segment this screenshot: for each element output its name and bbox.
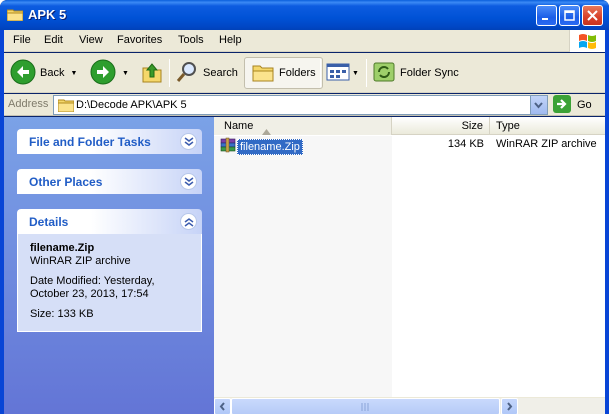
views-dropdown-icon[interactable]: ▼ [352, 70, 359, 77]
file-folder-tasks-panel: File and Folder Tasks [17, 129, 202, 154]
other-places-panel: Other Places [17, 169, 202, 194]
window-frame-right [605, 30, 609, 414]
other-places-title: Other Places [29, 175, 103, 189]
details-header[interactable]: Details [17, 209, 202, 234]
menu-bar: File Edit View Favorites Tools Help [4, 30, 605, 52]
folder-sync-label: Folder Sync [400, 67, 459, 79]
column-header-size[interactable]: Size [392, 117, 490, 135]
details-title: Details [29, 215, 69, 229]
address-input[interactable]: D:\Decode APK\APK 5 [53, 95, 548, 115]
column-header-name[interactable]: Name [214, 117, 392, 135]
up-folder-button[interactable] [140, 57, 164, 89]
close-button[interactable] [582, 5, 603, 26]
task-pane: File and Folder Tasks Other Places Detai… [4, 117, 214, 414]
file-folder-tasks-title: File and Folder Tasks [29, 135, 151, 149]
folders-icon [251, 61, 275, 86]
details-body: filename.Zip WinRAR ZIP archive Date Mod… [17, 234, 202, 332]
scroll-left-button[interactable] [214, 398, 231, 414]
winrar-archive-icon [220, 137, 236, 156]
menu-edit[interactable]: Edit [44, 34, 63, 46]
menu-file[interactable]: File [13, 34, 31, 46]
go-label: Go [577, 99, 592, 111]
address-dropdown-button[interactable] [530, 96, 547, 114]
file-name-cell: filename.Zip [220, 137, 303, 156]
sorted-column-highlight [214, 136, 392, 397]
details-file-name: filename.Zip [30, 242, 95, 254]
views-button[interactable]: ▼ [326, 57, 359, 89]
back-dropdown-icon[interactable]: ▼ [70, 70, 77, 77]
windows-logo-icon [569, 30, 605, 52]
toolbar: Back ▼ ▼ Search Folders ▼ Folder Sync [4, 53, 605, 93]
column-header-type[interactable]: Type [490, 117, 605, 135]
up-folder-icon [140, 60, 164, 87]
menu-favorites[interactable]: Favorites [117, 34, 162, 46]
menu-help[interactable]: Help [219, 34, 242, 46]
file-list[interactable]: Name Size Type filename.Zip 134 KB WinRA… [214, 117, 605, 397]
go-arrow-icon [553, 94, 571, 116]
forward-button[interactable]: ▼ [90, 57, 129, 89]
menu-tools[interactable]: Tools [178, 34, 204, 46]
expand-chevron-icon[interactable] [180, 133, 197, 150]
back-label: Back [40, 67, 65, 79]
file-folder-tasks-header[interactable]: File and Folder Tasks [17, 129, 202, 154]
folders-button[interactable]: Folders [244, 57, 323, 89]
minimize-button[interactable] [536, 5, 557, 26]
forward-arrow-icon [90, 59, 116, 88]
file-name-label: filename.Zip [237, 138, 303, 155]
search-icon [175, 60, 199, 87]
collapse-chevron-icon[interactable] [180, 213, 197, 230]
search-button[interactable]: Search [175, 57, 238, 89]
details-date-modified: Date Modified: Yesterday, October 23, 20… [30, 275, 155, 300]
forward-dropdown-icon[interactable]: ▼ [122, 70, 129, 77]
menu-view[interactable]: View [79, 34, 103, 46]
window-title: APK 5 [28, 7, 67, 22]
explorer-window: APK 5 File Edit View Favorites Tools Hel… [0, 0, 609, 414]
scroll-thumb[interactable] [231, 398, 500, 414]
horizontal-scrollbar[interactable] [214, 397, 605, 414]
scroll-right-button[interactable] [501, 398, 518, 414]
views-icon [326, 62, 350, 85]
column-header-row: Name Size Type [214, 117, 605, 135]
folder-sync-button[interactable]: Folder Sync [372, 57, 459, 89]
address-path: D:\Decode APK\APK 5 [76, 99, 187, 111]
file-size-cell: 134 KB [447, 138, 484, 150]
address-bar: Address D:\Decode APK\APK 5 Go [4, 94, 605, 116]
go-button[interactable]: Go [553, 94, 592, 116]
folder-sync-icon [372, 60, 396, 87]
details-panel: Details filename.Zip WinRAR ZIP archive … [17, 209, 202, 332]
search-label: Search [203, 67, 238, 79]
file-type-cell: WinRAR ZIP archive [496, 138, 597, 150]
expand-chevron-icon[interactable] [180, 173, 197, 190]
back-arrow-icon [10, 59, 36, 88]
folder-icon [6, 8, 24, 22]
address-label: Address [8, 98, 49, 110]
back-button[interactable]: Back ▼ [10, 57, 77, 89]
title-bar[interactable]: APK 5 [0, 0, 609, 30]
other-places-header[interactable]: Other Places [17, 169, 202, 194]
folder-icon [57, 98, 75, 115]
maximize-button[interactable] [559, 5, 580, 26]
details-size: Size: 133 KB [30, 308, 94, 320]
file-row[interactable]: filename.Zip 134 KB WinRAR ZIP archive [214, 137, 605, 156]
details-file-type: WinRAR ZIP archive [30, 255, 131, 267]
folders-label: Folders [279, 67, 316, 79]
